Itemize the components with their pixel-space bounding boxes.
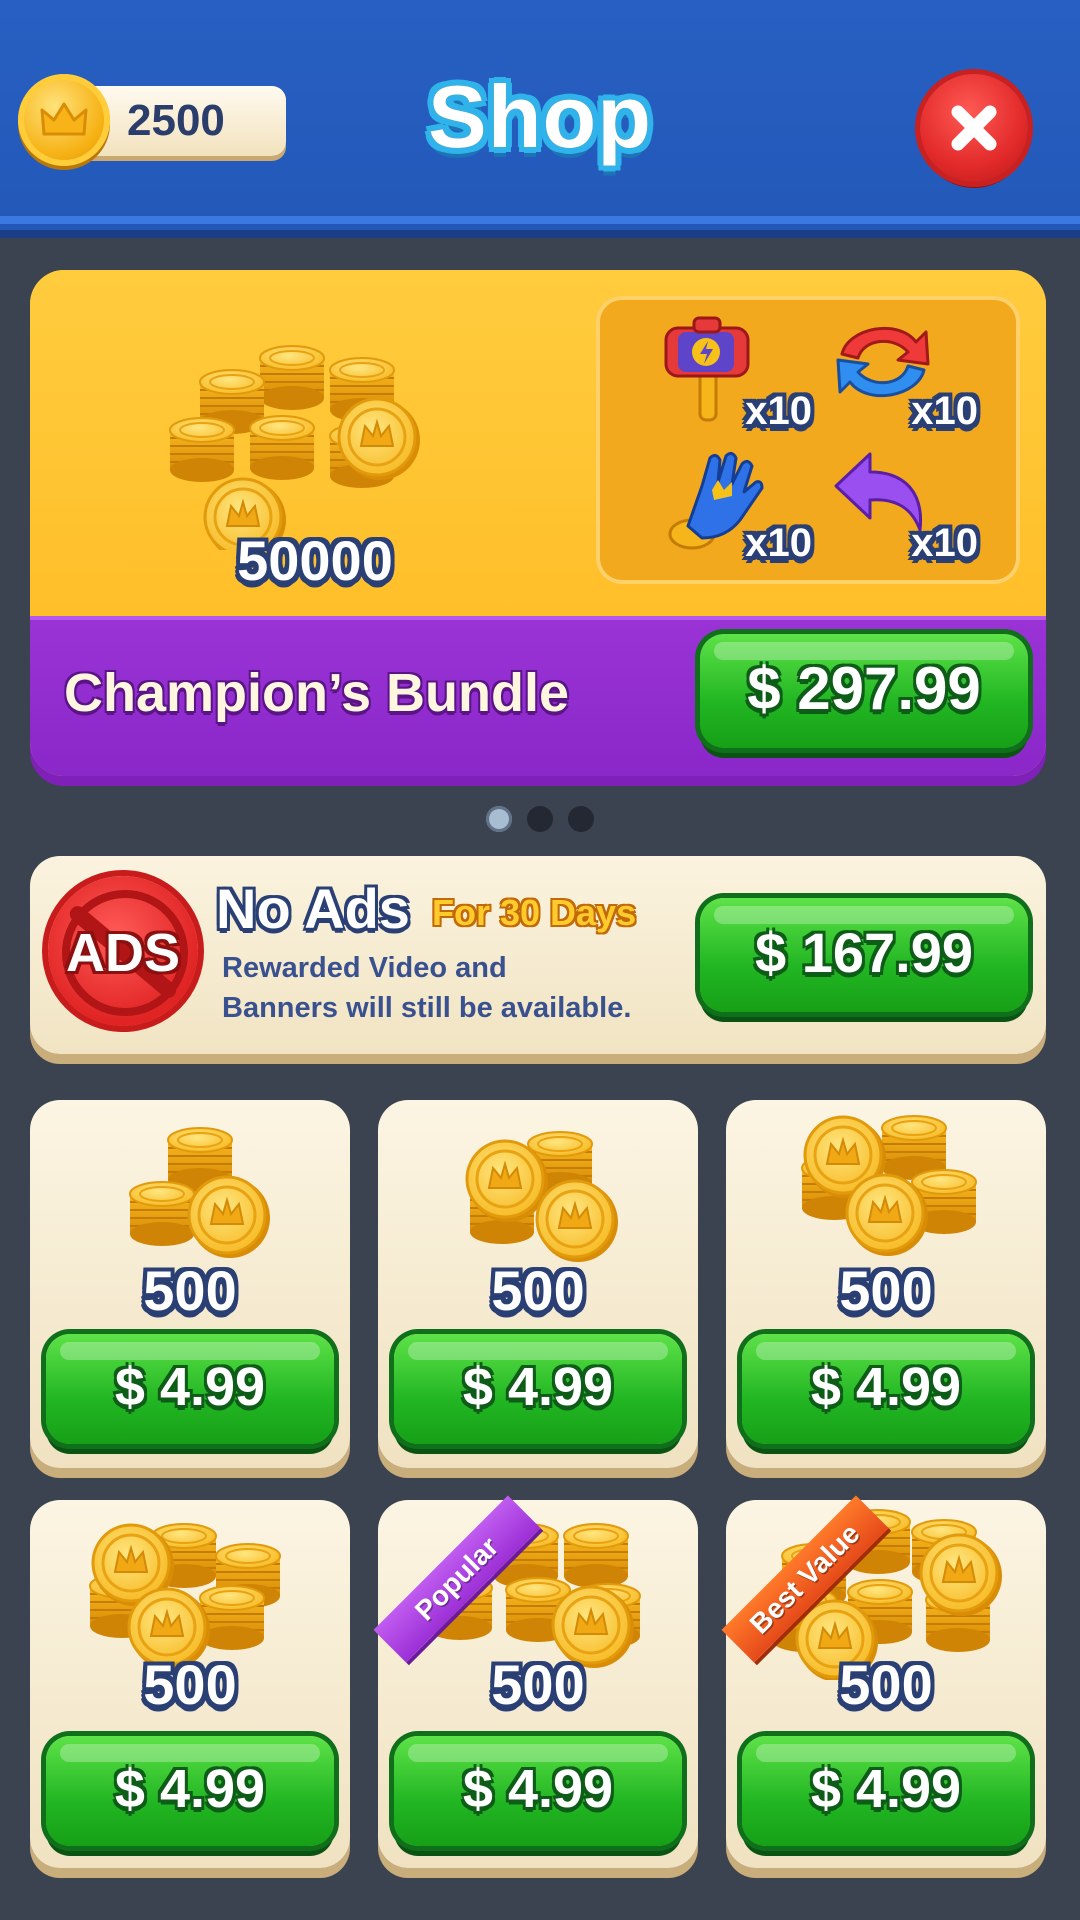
booster-hammer: x10 [662,314,812,434]
crown-coin-icon [18,74,110,166]
page-title: Shop [428,67,652,166]
coin-pack-buy-button-2[interactable]: $ 4.99 [394,1334,682,1444]
no-ads-duration: For 30 Days [432,892,637,933]
coin-pack-buy-button-4[interactable]: $ 4.99 [46,1736,334,1846]
coin-pack-amount: 500 [491,1259,585,1322]
coin-pile-icon [169,345,422,550]
booster-qty: x10 [911,389,978,433]
booster-undo: x10 [828,446,978,566]
coin-pack-amount: 500 [491,1653,585,1716]
booster-qty: x10 [745,521,812,565]
booster-qty: x10 [911,521,978,565]
no-ads-description: Rewarded Video and Banners will still be… [222,948,722,1028]
no-ads-description-line1: Rewarded Video and [222,952,507,984]
booster-glove: x10 [662,446,812,566]
coin-pack-buy-button-6[interactable]: $ 4.99 [742,1736,1030,1846]
coin-pack-buy-button-1[interactable]: $ 4.99 [46,1334,334,1444]
pager-dot-2[interactable] [527,806,553,832]
bundle-name: Champion’s Bundle [64,663,570,723]
bundle-buy-button[interactable]: $ 297.99 [700,634,1028,748]
coin-pack-buy-button-5[interactable]: $ 4.99 [394,1736,682,1846]
no-ads-buy-button[interactable]: $ 167.99 [700,898,1028,1012]
pager-dot-1[interactable] [486,806,512,832]
coin-stack-icon [801,1115,977,1256]
no-ads-title: No Ads [216,877,410,940]
coin-pack-amount: 500 [839,1259,933,1322]
header-bar: 2500 Shop [0,0,1080,238]
coin-stack-icon [89,1523,281,1668]
coin-pack-amount: 500 [839,1653,933,1716]
pager-dot-3[interactable] [568,806,594,832]
header-divider [0,230,1080,238]
header-highlight [0,216,1080,224]
bundle-boosters-panel: x10 x10 x10 x10 [596,296,1020,584]
coin-stack-icon [129,1127,272,1260]
booster-qty: x10 [745,389,812,433]
hammer-icon [664,316,750,422]
no-ads-icon: ADS [48,876,198,1026]
no-ads-badge-text: ADS [65,923,180,983]
coin-pack-amount: 500 [143,1259,237,1322]
bundle-content-area: 50000 x10 x10 x10 x10 [30,270,1046,616]
coin-balance-value: 2500 [127,96,225,145]
close-icon [951,105,997,151]
close-button[interactable] [920,74,1028,182]
booster-shuffle: x10 [828,314,978,434]
coin-stack-icon [465,1131,620,1262]
coin-pack-amount: 500 [143,1653,237,1716]
bundle-coin-amount: 50000 [237,529,393,592]
coin-pack-buy-button-3[interactable]: $ 4.99 [742,1334,1030,1444]
no-ads-description-line2: Banners will still be available. [222,992,632,1024]
